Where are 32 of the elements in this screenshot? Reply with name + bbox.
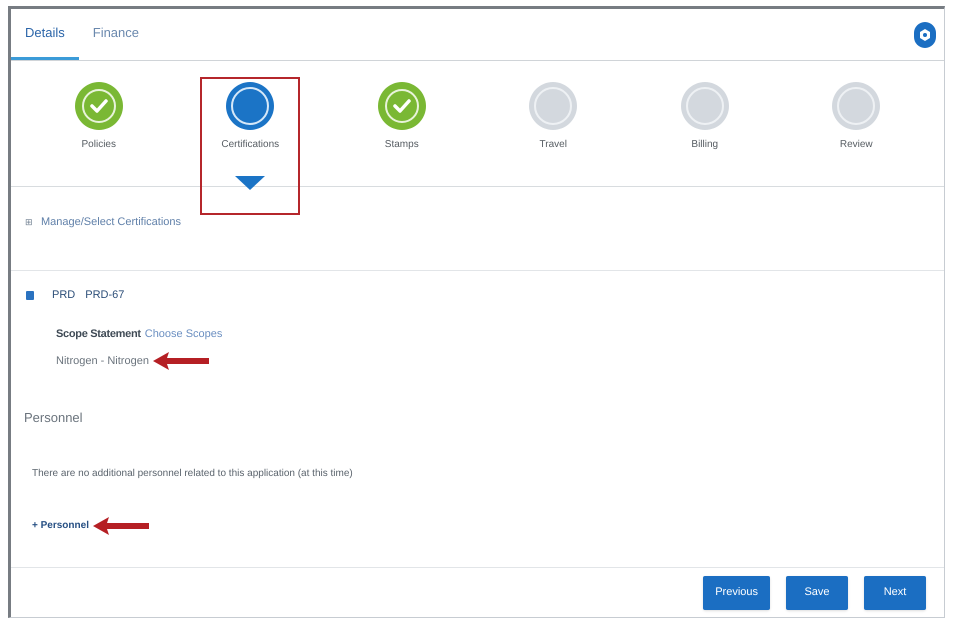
expand-icon: ⊞ — [25, 216, 33, 230]
certification-id: PRD-67 — [85, 288, 124, 303]
step-button[interactable]: Policies — [74, 81, 124, 152]
checkbox[interactable] — [26, 290, 34, 300]
nav-button[interactable]: Previous — [703, 576, 770, 610]
step-button[interactable]: Certifications — [221, 81, 280, 152]
step-button[interactable]: Travel — [528, 81, 578, 152]
nav-button[interactable]: Save — [786, 576, 848, 610]
scope-value: Nitrogen - Nitrogen — [56, 354, 149, 369]
step-label: Certifications — [221, 138, 280, 152]
add-personnel-link[interactable]: + Personnel — [32, 518, 89, 533]
settings-icon — [919, 28, 931, 40]
step-label: Policies — [82, 138, 116, 152]
pointer-triangle — [235, 176, 266, 190]
arrow-annotation — [152, 352, 209, 370]
tab[interactable]: Finance — [78, 9, 153, 60]
section-heading: Personnel — [24, 409, 84, 427]
certification-code: PRD — [52, 288, 76, 303]
arrow-annotation — [92, 516, 149, 534]
settings-button[interactable] — [914, 22, 936, 48]
empty-message: There are no additional personnel related to this application (at this time) — [31, 466, 354, 480]
step-button[interactable]: Stamps — [376, 81, 427, 152]
nav-button[interactable]: Next — [864, 576, 926, 610]
scope-label: Scope Statement — [56, 326, 141, 342]
step-button[interactable]: Billing — [680, 81, 730, 152]
manage-certifications-link[interactable]: ⊞ Manage/Select Certifications — [25, 214, 182, 231]
step-button[interactable]: Review — [831, 81, 882, 152]
tab[interactable]: Details — [11, 9, 79, 60]
step-label: Travel — [540, 138, 567, 152]
step-label: Stamps — [384, 138, 419, 152]
step-label: Review — [840, 138, 873, 152]
step-label: Billing — [691, 138, 718, 152]
